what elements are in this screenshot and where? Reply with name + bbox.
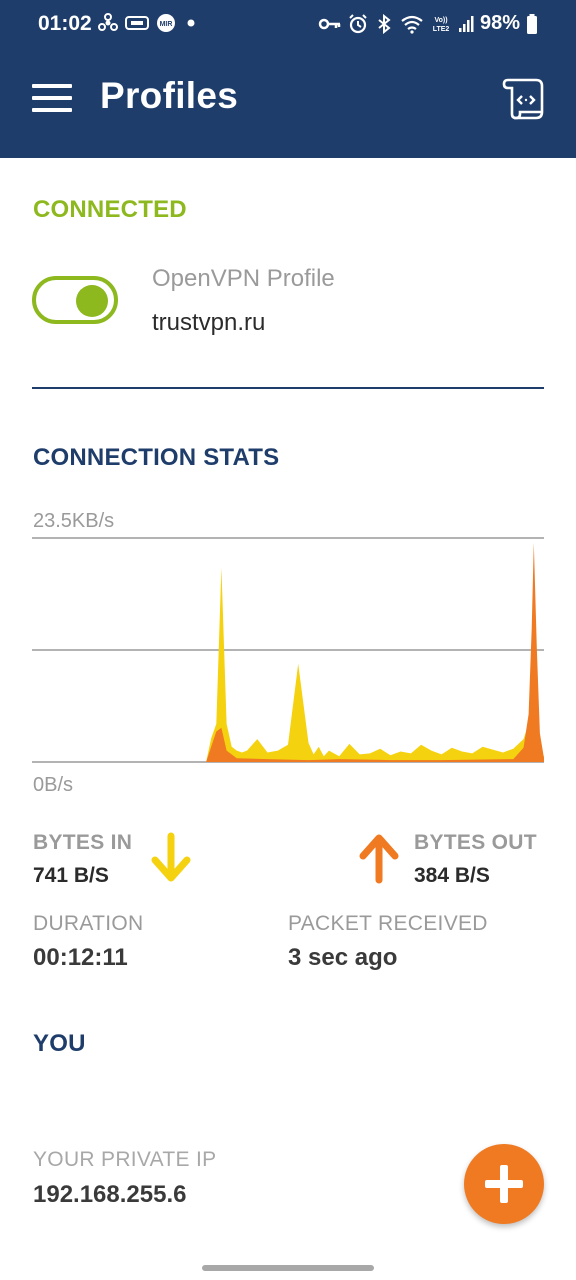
you-heading: YOU [33, 1030, 86, 1057]
app-bar: 01:02 MIR Vo)) LTE2 98% Profiles [0, 0, 576, 158]
card-icon [125, 16, 149, 30]
log-scroll-icon[interactable] [498, 74, 548, 124]
dot-icon [187, 19, 195, 27]
connection-stats-heading: CONNECTION STATS [33, 444, 280, 471]
status-right: Vo)) LTE2 98% [318, 12, 538, 35]
arrow-up-icon [359, 834, 399, 884]
series-area-bytes-out [32, 542, 544, 762]
signal-icon [458, 15, 474, 32]
divider [32, 387, 544, 389]
alarm-icon [349, 13, 367, 33]
arrow-down-icon [151, 832, 191, 882]
duration-value: 00:12:11 [33, 944, 128, 971]
svg-text:Vo)): Vo)) [434, 17, 447, 24]
wifi-icon [401, 15, 423, 34]
bytes-in-label: BYTES IN [33, 831, 133, 854]
svg-text:LTE2: LTE2 [433, 26, 450, 33]
packet-received-value: 3 sec ago [288, 944, 398, 971]
bytes-in-value: 741 B/S [33, 864, 109, 887]
battery-icon [527, 13, 537, 34]
fan-icon [98, 13, 118, 31]
chart-max-label: 23.5KB/s [33, 510, 115, 532]
key-icon [318, 18, 341, 29]
plus-icon-vertical [500, 1165, 508, 1203]
menu-icon[interactable] [30, 80, 76, 116]
bluetooth-icon [378, 13, 391, 34]
connection-toggle[interactable] [32, 276, 118, 324]
status-bar: 01:02 MIR Vo)) LTE2 98% [0, 0, 576, 50]
profile-type[interactable]: OpenVPN Profile [152, 265, 335, 293]
bytes-out-label: BYTES OUT [414, 831, 537, 854]
status-left-icons: MIR [98, 13, 200, 33]
traffic-chart [32, 537, 544, 763]
toggle-knob [76, 285, 108, 317]
series-area-bytes-in [32, 567, 544, 762]
packet-received-label: PACKET RECEIVED [288, 912, 488, 935]
private-ip-value: 192.168.255.6 [33, 1181, 187, 1208]
battery-percent: 98% [479, 12, 520, 34]
profile-name[interactable]: trustvpn.ru [152, 309, 265, 337]
status-time: 01:02 [38, 12, 92, 35]
home-indicator[interactable] [202, 1265, 374, 1271]
bytes-out-value: 384 B/S [414, 864, 490, 887]
svg-text:MIR: MIR [160, 21, 173, 28]
private-ip-label: YOUR PRIVATE IP [33, 1148, 217, 1171]
page-title: Profiles [100, 75, 239, 116]
duration-label: DURATION [33, 912, 144, 935]
connection-status: CONNECTED [33, 196, 187, 223]
chart-min-label: 0B/s [33, 774, 74, 796]
add-profile-button[interactable] [464, 1144, 544, 1224]
mir-icon: MIR [157, 14, 175, 32]
volte-icon: Vo)) LTE2 [433, 17, 450, 33]
